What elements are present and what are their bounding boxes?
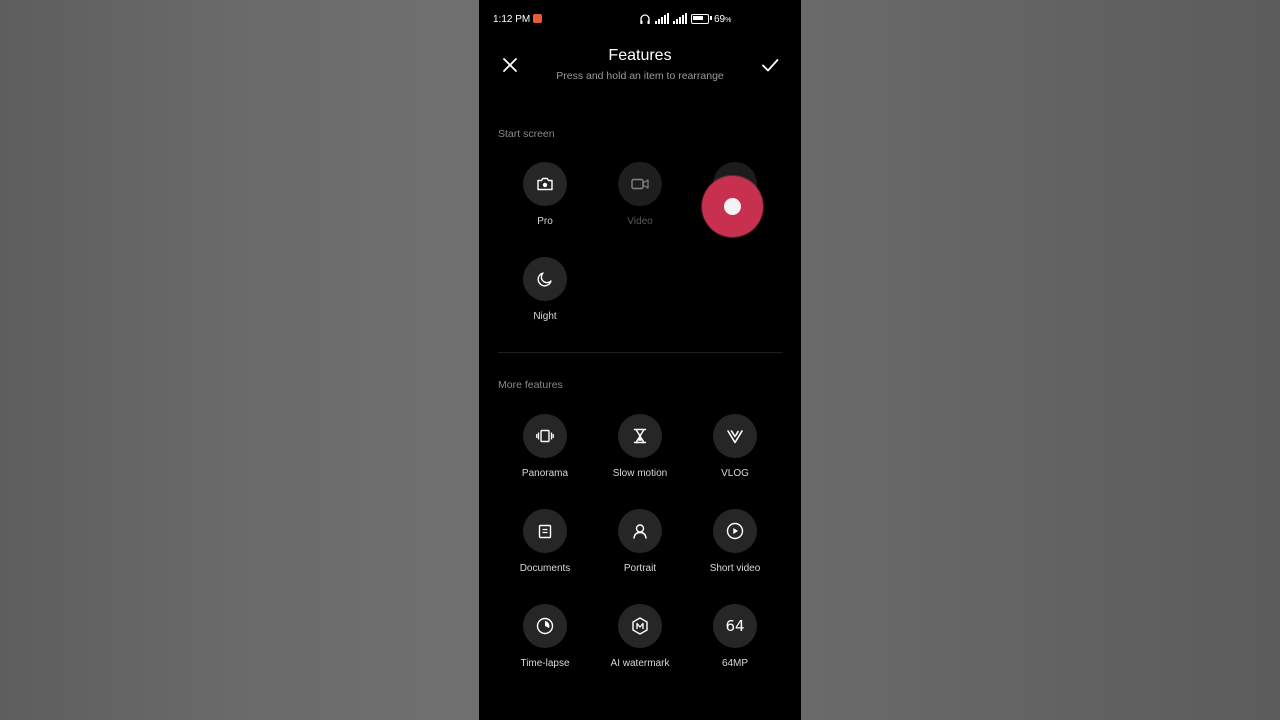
feature-night[interactable]: Night <box>498 257 592 337</box>
phone-screen: 1:12 PM 69% Features Press and hold an i… <box>479 0 801 720</box>
feature-night-circle[interactable] <box>523 257 567 301</box>
feature-pro-circle[interactable] <box>523 162 567 206</box>
feature-portrait-circle[interactable] <box>618 509 662 553</box>
feature-slow-motion[interactable]: Slow motion <box>593 414 687 494</box>
feature-vlog[interactable]: VLOG <box>688 414 782 494</box>
feature-panorama[interactable]: Panorama <box>498 414 592 494</box>
document-icon <box>538 524 552 538</box>
camera-icon <box>537 177 553 191</box>
start-screen-label: Start screen <box>498 128 555 140</box>
vlog-icon <box>727 429 743 443</box>
signal-icon <box>673 13 687 24</box>
header: Features Press and hold an item to rearr… <box>479 44 801 94</box>
hourglass-icon <box>633 428 647 444</box>
play-icon <box>726 522 744 540</box>
feature-video[interactable]: Video <box>593 162 687 242</box>
feature-time-lapse[interactable]: Time-lapse <box>498 604 592 684</box>
feature-label: Slow motion <box>612 468 668 479</box>
touch-point <box>724 198 741 215</box>
status-time: 1:12 PM <box>493 14 531 25</box>
feature-label: Documents <box>519 563 571 574</box>
timelapse-icon <box>536 617 554 635</box>
headphones-icon <box>640 14 650 24</box>
feature-64mp-circle[interactable]: 64 <box>713 604 757 648</box>
recording-icon <box>533 14 542 23</box>
feature-vlog-circle[interactable] <box>713 414 757 458</box>
feature-documents-circle[interactable] <box>523 509 567 553</box>
feature-pro[interactable]: Pro <box>498 162 592 242</box>
feature-label: 64MP <box>721 658 749 669</box>
feature-label: Night <box>533 311 557 322</box>
feature-label: Short video <box>709 563 761 574</box>
signal-icon <box>655 13 669 24</box>
battery-icon <box>691 14 709 24</box>
feature-portrait[interactable]: Portrait <box>593 509 687 589</box>
page-title: Features <box>608 47 672 64</box>
watermark-icon <box>632 617 648 635</box>
64mp-icon: 64 <box>725 617 745 635</box>
feature-slow-motion-circle[interactable] <box>618 414 662 458</box>
portrait-icon <box>633 524 647 539</box>
check-icon[interactable] <box>759 54 781 76</box>
video-icon <box>631 178 649 190</box>
moon-icon <box>537 272 552 287</box>
status-bar: 1:12 PM 69% <box>479 0 801 38</box>
feature-label: Time-lapse <box>520 658 570 669</box>
feature-panorama-circle[interactable] <box>523 414 567 458</box>
feature-label: Video <box>627 216 653 227</box>
section-divider <box>498 352 783 353</box>
feature-label: Panorama <box>521 468 569 479</box>
feature-label: AI watermark <box>610 658 670 669</box>
feature-label: Portrait <box>623 563 657 574</box>
feature-64mp[interactable]: 64 64MP <box>688 604 782 684</box>
feature-short-video[interactable]: Short video <box>688 509 782 589</box>
battery-tip <box>710 16 712 20</box>
feature-label: VLOG <box>721 468 749 479</box>
feature-video-circle[interactable] <box>618 162 662 206</box>
feature-ai-watermark[interactable]: AI watermark <box>593 604 687 684</box>
feature-label: Pro <box>537 216 553 227</box>
page-subtitle: Press and hold an item to rearrange <box>556 70 724 82</box>
feature-documents[interactable]: Documents <box>498 509 592 589</box>
panorama-icon <box>536 429 554 443</box>
feature-ai-watermark-circle[interactable] <box>618 604 662 648</box>
feature-short-video-circle[interactable] <box>713 509 757 553</box>
more-features-label: More features <box>498 379 563 391</box>
feature-time-lapse-circle[interactable] <box>523 604 567 648</box>
battery-percent: 69% <box>714 14 732 25</box>
